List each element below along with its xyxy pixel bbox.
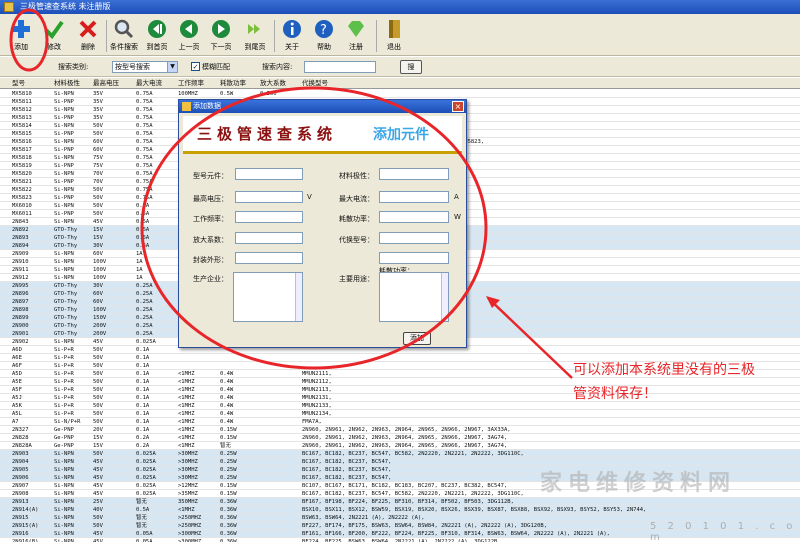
annotation-text: 可以添加本系统里没有的三极 管资料保存！	[573, 362, 755, 402]
annotation-arrow	[487, 297, 573, 379]
watermark-url: 5 2 0 1 0 1 . c o m	[650, 521, 797, 543]
annotation-overlay	[9, 8, 573, 379]
highlight-circle-add	[9, 8, 49, 72]
highlight-circle-dialog	[140, 86, 488, 370]
watermark-text: 家电维修资料网	[540, 470, 737, 496]
